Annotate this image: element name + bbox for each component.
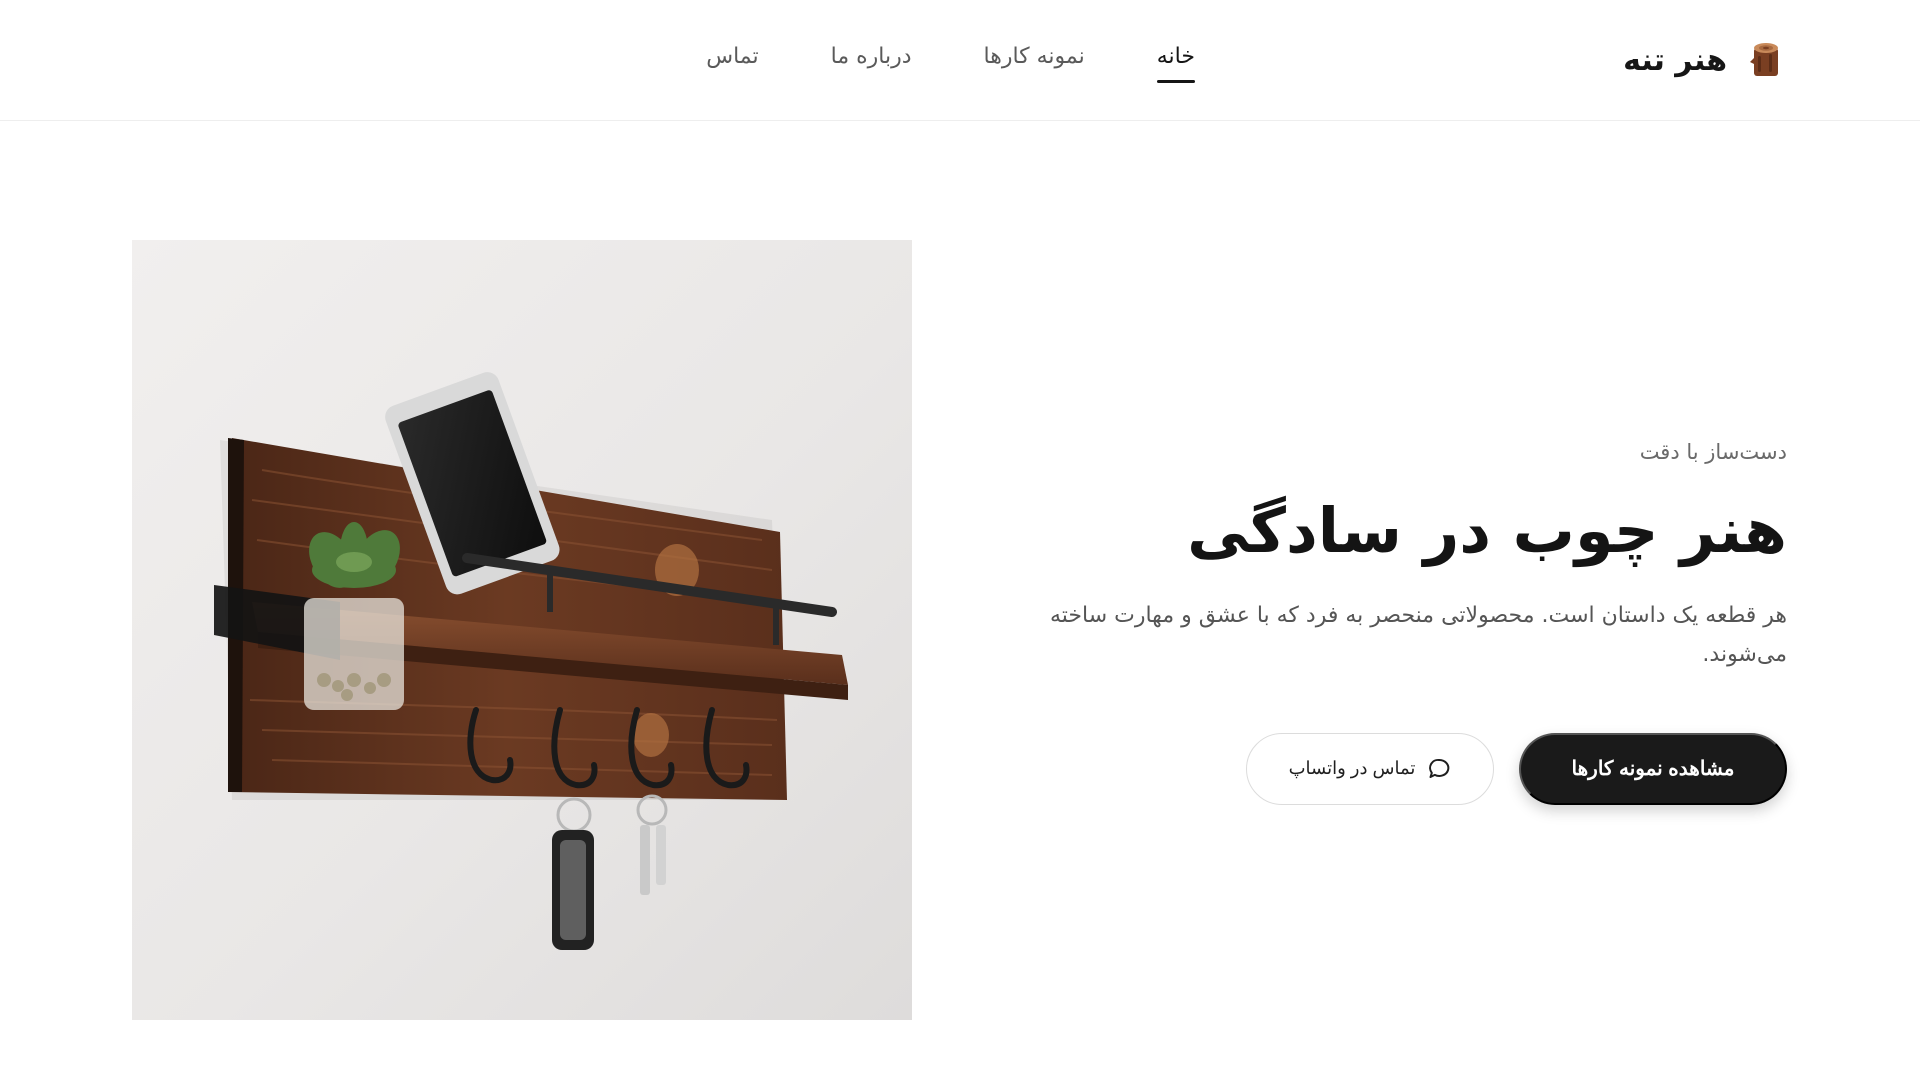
hero-title: هنر چوب در سادگی [1187, 494, 1787, 567]
view-portfolio-button[interactable]: مشاهده نمونه کارها [1519, 732, 1787, 805]
site-header: هنر تنه خانه نمونه کارها درباره ما تماس [0, 0, 1920, 121]
hero-text: دست‌ساز با دقت هنر چوب در سادگی هر قطعه … [1027, 440, 1787, 805]
wood-log-icon [1750, 43, 1778, 76]
nav-item-about[interactable]: درباره ما [831, 44, 912, 83]
main-nav: خانه نمونه کارها درباره ما تماس [706, 44, 1196, 83]
brand-name: هنر تنه [1623, 42, 1727, 78]
wooden-shelf-illustration [214, 372, 848, 950]
nav-item-contact[interactable]: تماس [706, 44, 758, 83]
hero-image [132, 240, 912, 1020]
nav-item-home[interactable]: خانه [1156, 44, 1196, 83]
hero-actions: مشاهده نمونه کارها تماس در واتساپ [1027, 732, 1787, 805]
chat-bubble-icon [1429, 758, 1450, 778]
whatsapp-contact-button[interactable]: تماس در واتساپ [1246, 732, 1494, 805]
nav-item-portfolio[interactable]: نمونه کارها [984, 44, 1085, 83]
whatsapp-contact-label: تماس در واتساپ [1288, 758, 1416, 779]
hero-eyebrow: دست‌ساز با دقت [1639, 440, 1787, 464]
brand[interactable]: هنر تنه [1623, 40, 1783, 80]
view-portfolio-label: مشاهده نمونه کارها [1571, 758, 1735, 781]
hero-description: هر قطعه یک داستان است. محصولاتی منحصر به… [1049, 602, 1787, 668]
